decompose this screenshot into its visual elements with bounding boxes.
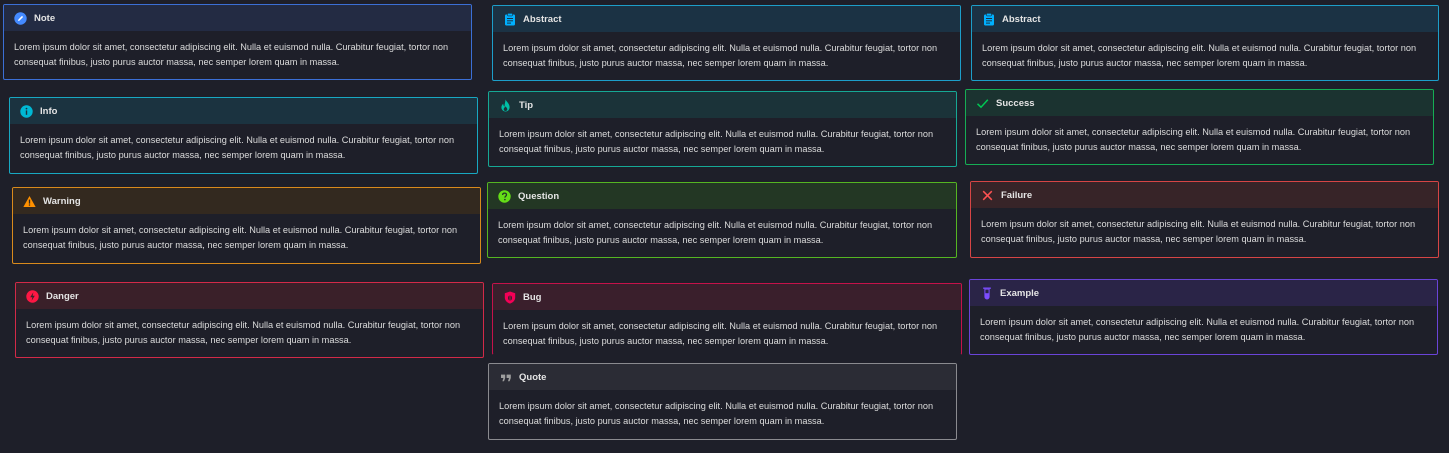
callout-warning: Warning Lorem ipsum dolor sit amet, cons… — [12, 187, 481, 264]
bug-shield-icon — [503, 291, 516, 304]
callout-body: Lorem ipsum dolor sit amet, consectetur … — [493, 32, 960, 71]
callout-text-line: Lorem ipsum dolor sit amet, consectetur … — [20, 135, 455, 145]
callout-question: Question Lorem ipsum dolor sit amet, con… — [487, 182, 957, 258]
callout-body: Lorem ipsum dolor sit amet, consectetur … — [13, 214, 480, 253]
flame-icon — [499, 99, 512, 112]
callout-header: Example — [970, 280, 1437, 306]
callout-title: Info — [40, 105, 58, 117]
callout-text-line: Lorem ipsum dolor sit amet, consectetur … — [14, 42, 449, 52]
callout-text-line: Lorem ipsum dolor sit amet, consectetur … — [498, 220, 933, 230]
callout-text-line: Lorem ipsum dolor sit amet, consectetur … — [23, 225, 458, 235]
clipboard-icon — [982, 12, 995, 26]
callout-header: Danger — [16, 283, 483, 309]
callout-text-line: consequat finibus, justo purus auctor ma… — [503, 336, 829, 346]
callout-title: Note — [34, 12, 56, 24]
callout-body: Lorem ipsum dolor sit amet, consectetur … — [972, 32, 1438, 71]
callout-title: Warning — [43, 195, 81, 207]
callout-text-line: consequat finibus, justo purus auctor ma… — [503, 58, 829, 68]
callout-header: Abstract — [493, 6, 960, 32]
callout-failure: Failure Lorem ipsum dolor sit amet, cons… — [970, 181, 1439, 258]
callout-title: Question — [518, 190, 560, 202]
callout-tip: Tip Lorem ipsum dolor sit amet, consecte… — [488, 91, 957, 167]
callout-abstract: Abstract Lorem ipsum dolor sit amet, con… — [492, 5, 961, 81]
callout-body: Lorem ipsum dolor sit amet, consectetur … — [488, 209, 956, 248]
clipboard-icon — [503, 12, 516, 26]
pencil-icon — [14, 11, 27, 25]
callout-text-line: Lorem ipsum dolor sit amet, consectetur … — [503, 43, 938, 53]
callout-title: Quote — [519, 371, 547, 383]
test-tube-icon — [980, 287, 993, 300]
callout-body: Lorem ipsum dolor sit amet, consectetur … — [966, 116, 1433, 155]
callout-text-line: consequat finibus, justo purus auctor ma… — [23, 240, 349, 250]
callout-text-line: Lorem ipsum dolor sit amet, consectetur … — [499, 129, 934, 139]
callout-abstract: Abstract Lorem ipsum dolor sit amet, con… — [971, 5, 1439, 81]
callout-header: Failure — [971, 182, 1438, 208]
callout-title: Abstract — [523, 13, 562, 25]
callout-title: Bug — [523, 291, 542, 303]
callout-text-line: consequat finibus, justo purus auctor ma… — [20, 150, 346, 160]
callout-body: Lorem ipsum dolor sit amet, consectetur … — [16, 309, 483, 348]
callout-text-line: consequat finibus, justo purus auctor ma… — [982, 58, 1308, 68]
callout-quote: Quote Lorem ipsum dolor sit amet, consec… — [488, 363, 957, 440]
callout-text-line: consequat finibus, justo purus auctor ma… — [981, 234, 1307, 244]
callout-text-line: Lorem ipsum dolor sit amet, consectetur … — [981, 219, 1416, 229]
callout-text-line: Lorem ipsum dolor sit amet, consectetur … — [499, 401, 934, 411]
info-icon — [20, 104, 33, 118]
callout-text-line: consequat finibus, justo purus auctor ma… — [499, 144, 825, 154]
callout-header: Abstract — [972, 6, 1438, 32]
callout-text-line: Lorem ipsum dolor sit amet, consectetur … — [982, 43, 1417, 53]
callout-text-line: consequat finibus, justo purus auctor ma… — [26, 335, 352, 345]
callout-success: Success Lorem ipsum dolor sit amet, cons… — [965, 89, 1434, 165]
callout-body: Lorem ipsum dolor sit amet, consectetur … — [493, 310, 961, 349]
callout-title: Danger — [46, 290, 79, 302]
callout-note: Note Lorem ipsum dolor sit amet, consect… — [3, 4, 472, 80]
callout-header: Quote — [489, 364, 956, 390]
question-icon — [498, 189, 511, 203]
callout-header: Tip — [489, 92, 956, 118]
callout-title: Abstract — [1002, 13, 1041, 25]
x-icon — [981, 189, 994, 202]
callout-header: Success — [966, 90, 1433, 116]
callout-canvas: Note Lorem ipsum dolor sit amet, consect… — [0, 0, 1449, 453]
callout-header: Bug — [493, 284, 961, 310]
callout-danger: Danger Lorem ipsum dolor sit amet, conse… — [15, 282, 484, 358]
callout-body: Lorem ipsum dolor sit amet, consectetur … — [489, 118, 956, 157]
callout-body: Lorem ipsum dolor sit amet, consectetur … — [4, 31, 471, 70]
callout-title: Tip — [519, 99, 534, 111]
callout-body: Lorem ipsum dolor sit amet, consectetur … — [489, 390, 956, 429]
callout-bug: Bug Lorem ipsum dolor sit amet, consecte… — [492, 283, 962, 355]
callout-text-line: consequat finibus, justo purus auctor ma… — [499, 416, 825, 426]
lightning-icon — [26, 289, 39, 303]
callout-text-line: Lorem ipsum dolor sit amet, consectetur … — [26, 320, 461, 330]
callout-text-line: consequat finibus, justo purus auctor ma… — [976, 142, 1302, 152]
callout-title: Example — [1000, 287, 1040, 299]
callout-text-line: consequat finibus, justo purus auctor ma… — [498, 235, 824, 245]
callout-text-line: Lorem ipsum dolor sit amet, consectetur … — [980, 317, 1415, 327]
callout-text-line: Lorem ipsum dolor sit amet, consectetur … — [976, 127, 1411, 137]
callout-body: Lorem ipsum dolor sit amet, consectetur … — [10, 124, 477, 163]
check-icon — [976, 97, 989, 110]
callout-title: Failure — [1001, 189, 1033, 201]
callout-header: Info — [10, 98, 477, 124]
callout-header: Note — [4, 5, 471, 31]
callout-body: Lorem ipsum dolor sit amet, consectetur … — [970, 306, 1437, 345]
callout-header: Question — [488, 183, 956, 209]
callout-example: Example Lorem ipsum dolor sit amet, cons… — [969, 279, 1438, 355]
callout-body: Lorem ipsum dolor sit amet, consectetur … — [971, 208, 1438, 247]
callout-title: Success — [996, 97, 1035, 109]
callout-text-line: consequat finibus, justo purus auctor ma… — [980, 332, 1306, 342]
callout-text-line: Lorem ipsum dolor sit amet, consectetur … — [503, 321, 938, 331]
callout-info: Info Lorem ipsum dolor sit amet, consect… — [9, 97, 478, 174]
quote-marks-icon — [499, 371, 512, 384]
warning-icon — [23, 195, 36, 208]
callout-header: Warning — [13, 188, 480, 214]
callout-text-line: consequat finibus, justo purus auctor ma… — [14, 57, 340, 67]
